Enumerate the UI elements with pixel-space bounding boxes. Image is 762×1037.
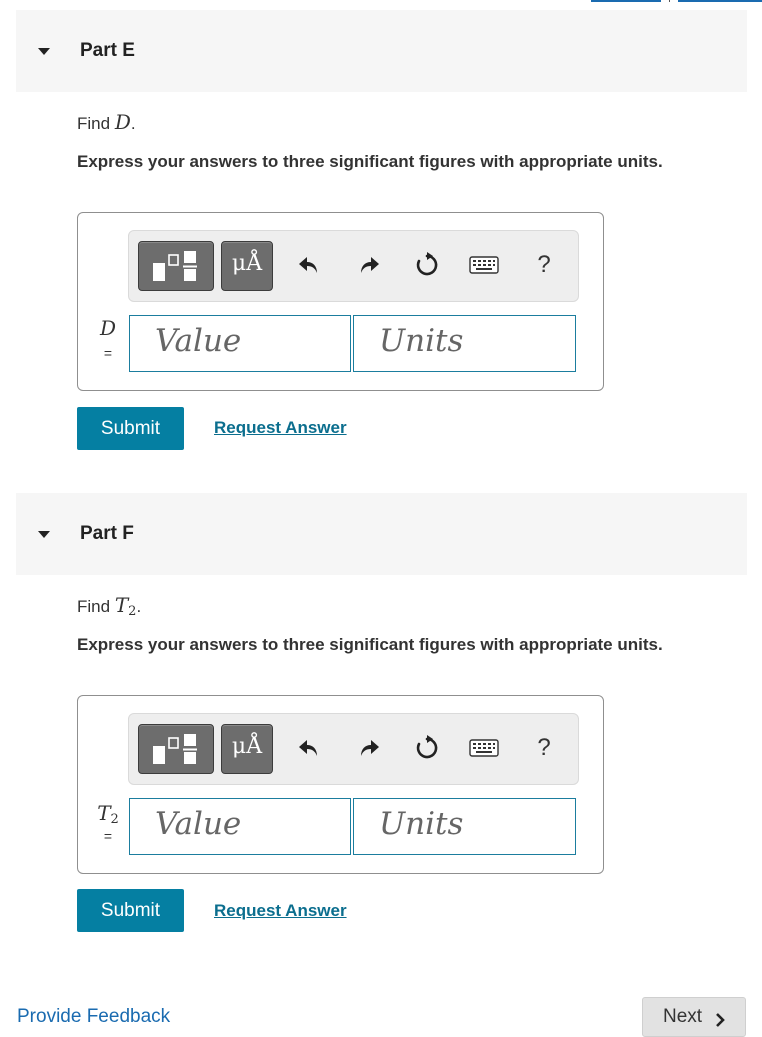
help-icon[interactable]: ? [529,250,559,280]
chevron-right-icon [716,1013,725,1027]
variable-equals: = [103,345,113,361]
help-icon[interactable]: ? [529,733,559,763]
templates-icon [153,734,197,764]
top-link-1[interactable] [591,0,661,2]
top-nav-links[interactable] [591,0,762,2]
keyboard-icon[interactable] [469,250,499,280]
variable-label: T2 [97,801,119,827]
value-input[interactable]: Value [129,798,351,855]
units-button[interactable]: μÅ [221,241,273,291]
variable-equals: = [103,828,113,844]
request-answer-link[interactable]: Request Answer [214,418,347,438]
templates-icon [153,251,197,281]
units-icon: μÅ [231,251,263,276]
units-input[interactable]: Units [353,315,576,372]
units-input[interactable]: Units [353,798,576,855]
redo-icon[interactable] [354,733,384,763]
part-title: Part E [80,40,135,61]
variable-label: D [99,316,117,340]
find-prompt: Find T2. [77,593,142,619]
find-symbol: T2 [114,593,137,619]
instructions: Express your answers to three significan… [77,152,663,171]
top-link-separator [669,0,670,2]
undo-icon[interactable] [294,733,324,763]
value-input[interactable]: Value [129,315,351,372]
find-symbol: D [114,110,131,134]
reset-icon[interactable] [412,250,442,280]
redo-icon[interactable] [354,250,384,280]
submit-button[interactable]: Submit [77,407,184,450]
undo-icon[interactable] [294,250,324,280]
math-toolbar: μÅ ? [128,713,579,785]
part-e-header[interactable]: Part E [16,10,747,92]
top-link-2[interactable] [678,0,762,2]
caret-down-icon[interactable] [38,47,50,55]
answer-box: μÅ ? D = Value Units [77,212,604,391]
submit-button[interactable]: Submit [77,889,184,932]
templates-button[interactable] [138,241,214,291]
instructions: Express your answers to three significan… [77,635,663,654]
templates-button[interactable] [138,724,214,774]
keyboard-icon[interactable] [469,733,499,763]
units-button[interactable]: μÅ [221,724,273,774]
caret-down-icon[interactable] [38,530,50,538]
provide-feedback-link[interactable]: Provide Feedback [17,1006,170,1028]
reset-icon[interactable] [412,733,442,763]
math-toolbar: μÅ ? [128,230,579,302]
part-title: Part F [80,523,134,544]
request-answer-link[interactable]: Request Answer [214,901,347,921]
next-button[interactable]: Next [642,997,746,1037]
answer-box: μÅ ? T2 = Value Units [77,695,604,874]
find-prompt: Find D. [77,110,136,134]
units-icon: μÅ [231,734,263,759]
part-f-header[interactable]: Part F [16,493,747,575]
